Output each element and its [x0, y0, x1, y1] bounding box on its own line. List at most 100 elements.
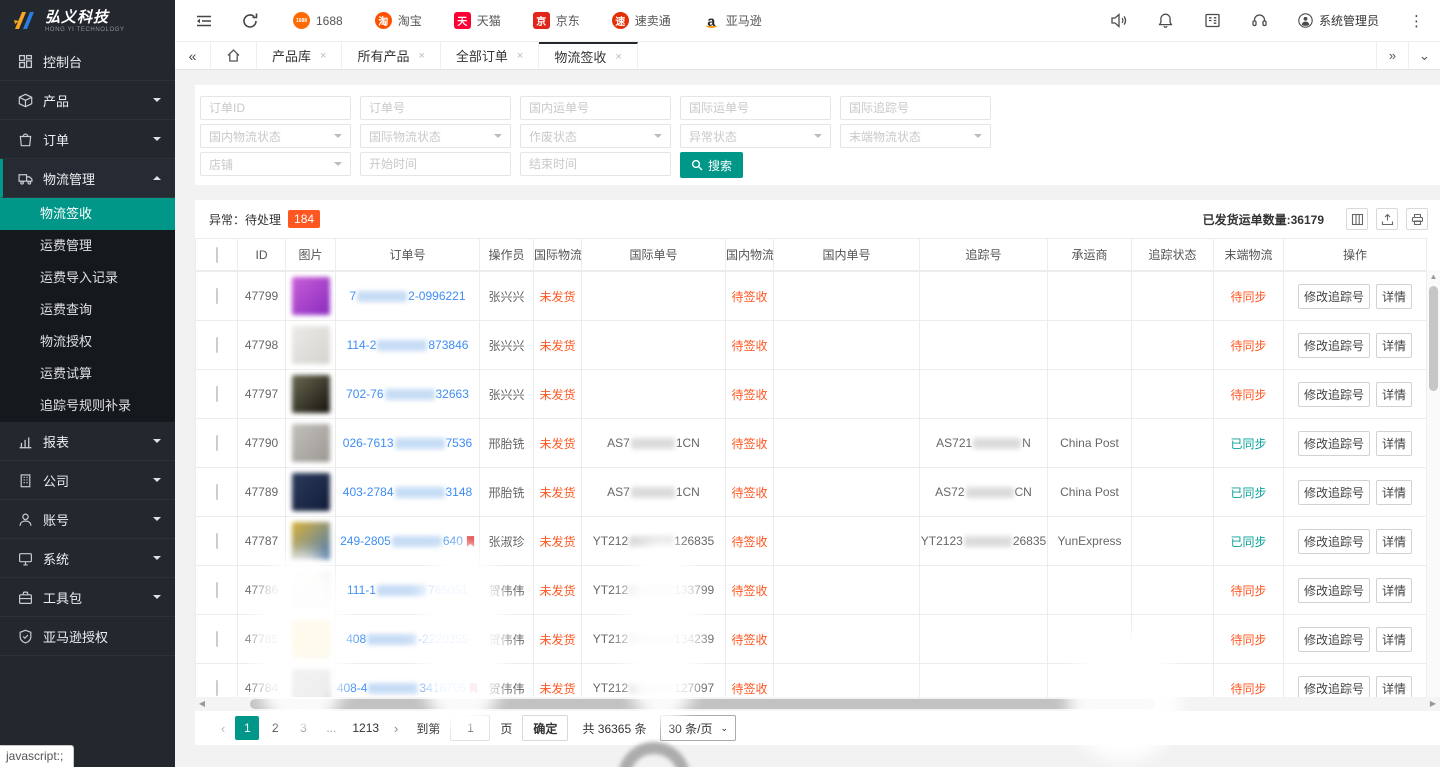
order-no-input[interactable] [360, 96, 511, 120]
sidebar-item-logistics[interactable]: 物流管理 [0, 159, 175, 198]
sidebar-item-orders[interactable]: 订单 [0, 120, 175, 159]
detail-button[interactable]: 详情 [1376, 382, 1412, 407]
page-number[interactable]: 1213 [347, 716, 384, 740]
scroll-left-icon[interactable]: ◀ [195, 697, 209, 711]
order-link[interactable]: 249-2805640 [340, 534, 463, 548]
close-icon[interactable]: × [615, 51, 621, 63]
sidebar-item-system[interactable]: 系统 [0, 539, 175, 578]
end-time-input[interactable] [520, 152, 671, 176]
sidebar-subitem-logistics-auth[interactable]: 物流授权 [0, 326, 175, 358]
order-link[interactable]: 403-27843148 [343, 485, 472, 499]
page-number[interactable]: 1 [235, 716, 259, 740]
row-checkbox[interactable] [216, 337, 218, 353]
sidebar-item-products[interactable]: 产品 [0, 81, 175, 120]
row-checkbox[interactable] [216, 435, 218, 451]
close-icon[interactable]: × [418, 50, 424, 62]
columns-button[interactable] [1346, 208, 1368, 230]
intl-logistics-status-select[interactable]: 国际物流状态 [360, 124, 511, 148]
last-mile-status-select[interactable]: 末端物流状态 [840, 124, 991, 148]
sidebar-item-amazon-auth[interactable]: 亚马逊授权 [0, 617, 175, 656]
detail-button[interactable]: 详情 [1376, 431, 1412, 456]
marketplace-link-aliexpress[interactable]: 速速卖通 [612, 12, 671, 29]
sidebar-item-reports[interactable]: 报表 [0, 422, 175, 461]
print-button[interactable] [1406, 208, 1428, 230]
row-checkbox[interactable] [216, 533, 218, 549]
void-status-select[interactable]: 作废状态 [520, 124, 671, 148]
marketplace-link-taobao[interactable]: 淘淘宝 [375, 12, 422, 29]
order-link[interactable]: 702-7632663 [346, 387, 469, 401]
sidebar-subitem-freight-trial[interactable]: 运费试算 [0, 358, 175, 390]
edit-tracking-button[interactable]: 修改追踪号 [1298, 333, 1370, 358]
page-number[interactable]: 3 [291, 716, 315, 740]
speaker-icon[interactable] [1110, 12, 1127, 29]
marketplace-link-jd[interactable]: 京京东 [533, 12, 580, 29]
expand-tabs-icon[interactable]: » [1376, 42, 1408, 69]
sidebar-subitem-freight-import-records[interactable]: 运费导入记录 [0, 262, 175, 294]
edit-tracking-button[interactable]: 修改追踪号 [1298, 431, 1370, 456]
order-link[interactable]: 114-2873846 [347, 338, 469, 352]
page-number[interactable]: 2 [263, 716, 287, 740]
detail-button[interactable]: 详情 [1376, 284, 1412, 309]
sidebar-item-dashboard[interactable]: 控制台 [0, 42, 175, 81]
edit-tracking-button[interactable]: 修改追踪号 [1298, 480, 1370, 505]
edit-tracking-button[interactable]: 修改追踪号 [1298, 529, 1370, 554]
tab-all-products[interactable]: 所有产品× [342, 42, 440, 69]
exception-status-select[interactable]: 异常状态 [680, 124, 831, 148]
scroll-right-icon[interactable]: ▶ [1426, 697, 1440, 711]
shop-select[interactable]: 店铺 [200, 152, 351, 176]
detail-button[interactable]: 详情 [1376, 578, 1412, 603]
edit-tracking-button[interactable]: 修改追踪号 [1298, 627, 1370, 652]
select-all-checkbox[interactable] [216, 247, 218, 263]
detail-button[interactable]: 详情 [1376, 333, 1412, 358]
close-icon[interactable]: × [517, 50, 523, 62]
order-link[interactable]: 72-0996221 [349, 289, 465, 303]
next-page-icon[interactable]: › [388, 721, 404, 736]
edit-tracking-button[interactable]: 修改追踪号 [1298, 284, 1370, 309]
vertical-scrollbar-thumb[interactable] [1429, 286, 1438, 391]
prev-page-icon[interactable]: ‹ [215, 721, 231, 736]
detail-button[interactable]: 详情 [1376, 480, 1412, 505]
row-checkbox[interactable] [216, 582, 218, 598]
row-checkbox[interactable] [216, 680, 218, 696]
order-link[interactable]: 408-2220355 [346, 632, 469, 646]
sidebar-subitem-freight-management[interactable]: 运费管理 [0, 230, 175, 262]
row-checkbox[interactable] [216, 386, 218, 402]
export-button[interactable] [1376, 208, 1398, 230]
marketplace-link-m1688[interactable]: 16881688 [293, 12, 343, 29]
domestic-logistics-status-select[interactable]: 国内物流状态 [200, 124, 351, 148]
tab-home[interactable] [211, 42, 257, 69]
collapse-tabs-icon[interactable]: « [175, 42, 211, 69]
order-link[interactable]: 026-76137536 [343, 436, 472, 450]
horizontal-scrollbar[interactable]: ◀ ▶ [195, 697, 1440, 711]
sidebar-item-company[interactable]: 公司 [0, 461, 175, 500]
horizontal-scrollbar-thumb[interactable] [250, 699, 1155, 709]
pending-count-badge[interactable]: 184 [288, 210, 320, 228]
row-checkbox[interactable] [216, 288, 218, 304]
intl-tracking-input[interactable] [840, 96, 991, 120]
close-icon[interactable]: × [320, 50, 326, 62]
row-checkbox[interactable] [216, 631, 218, 647]
vertical-scrollbar[interactable]: ▲ [1426, 270, 1440, 697]
detail-button[interactable]: 详情 [1376, 529, 1412, 554]
order-link[interactable]: 408-43418705 [337, 681, 466, 695]
search-button[interactable]: 搜索 [680, 152, 743, 178]
more-icon[interactable]: ⋮ [1409, 12, 1424, 30]
user-menu[interactable]: 系统管理员 [1298, 12, 1379, 29]
tab-menu-icon[interactable]: ⌄ [1408, 42, 1440, 69]
confirm-button[interactable]: 确定 [522, 715, 568, 741]
sidebar-subitem-freight-query[interactable]: 运费查询 [0, 294, 175, 326]
order-link[interactable]: 111-1785051 [347, 583, 468, 597]
domestic-waybill-input[interactable] [520, 96, 671, 120]
toggle-sidebar-icon[interactable] [195, 12, 213, 30]
start-time-input[interactable] [360, 152, 511, 176]
tab-product-library[interactable]: 产品库× [257, 42, 342, 69]
goto-page-input[interactable] [450, 715, 490, 741]
edit-tracking-button[interactable]: 修改追踪号 [1298, 676, 1370, 699]
sidebar-item-toolbox[interactable]: 工具包 [0, 578, 175, 617]
intl-waybill-input[interactable] [680, 96, 831, 120]
row-checkbox[interactable] [216, 484, 218, 500]
tab-all-orders[interactable]: 全部订单× [441, 42, 539, 69]
detail-button[interactable]: 详情 [1376, 676, 1412, 699]
edit-tracking-button[interactable]: 修改追踪号 [1298, 578, 1370, 603]
scroll-up-icon[interactable]: ▲ [1427, 270, 1440, 283]
